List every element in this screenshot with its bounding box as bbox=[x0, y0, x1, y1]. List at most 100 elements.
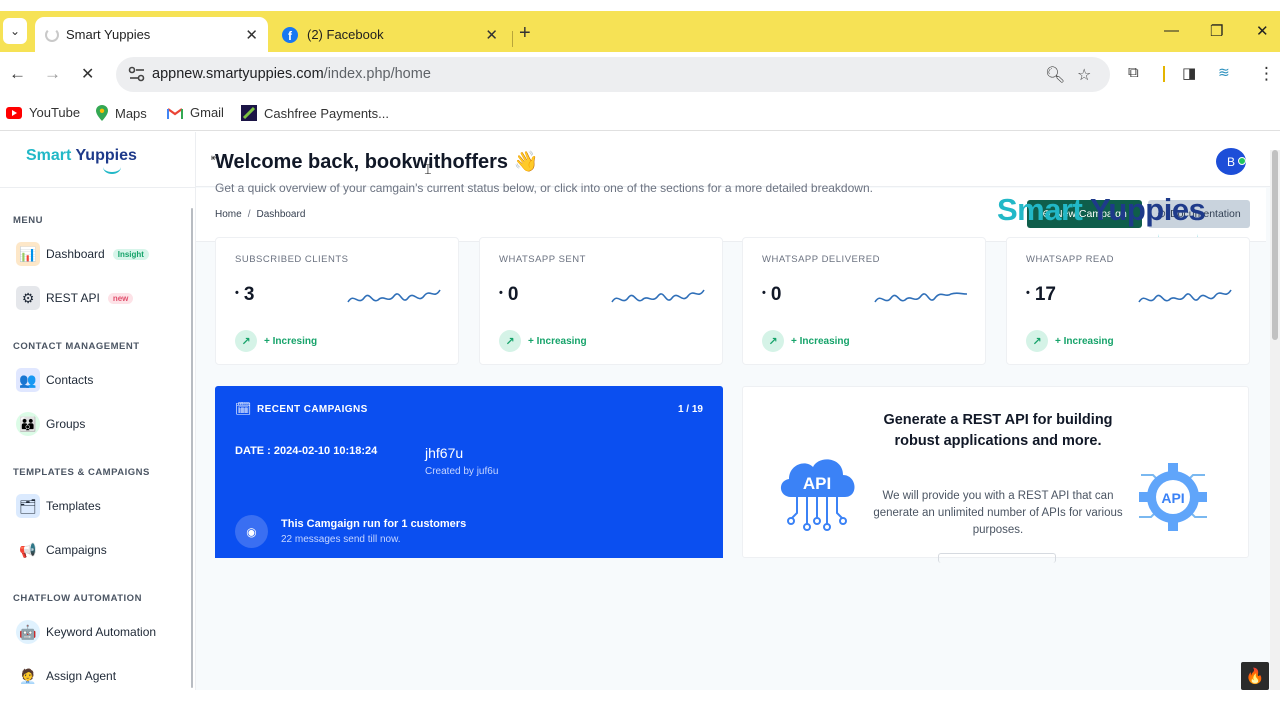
site-settings-icon[interactable] bbox=[128, 66, 146, 82]
trend-label: + Incresing bbox=[264, 335, 318, 347]
profile-icon[interactable]: ≋ bbox=[1218, 64, 1230, 81]
sidebar-item-label: Templates bbox=[46, 499, 101, 513]
sidebar-item-campaigns[interactable]: 📢 Campaigns bbox=[16, 538, 106, 562]
zoom-icon[interactable]: 🔍︎ bbox=[1045, 65, 1065, 85]
sidebar-item-keyword-automation[interactable]: 🤖 Keyword Automation bbox=[16, 620, 156, 644]
url-host: appnew.smartyuppies.com bbox=[152, 66, 324, 82]
new-tab-button[interactable]: + bbox=[519, 22, 531, 45]
bottom-strip bbox=[0, 690, 1280, 720]
welcome-text: Welcome back, bookwithoffers bbox=[215, 151, 509, 173]
forward-icon[interactable]: → bbox=[44, 64, 61, 84]
sidebar-item-templates[interactable]: 🗂 Templates bbox=[16, 494, 101, 518]
api-promo-description: We will provide you with a REST API that… bbox=[873, 490, 1123, 536]
stat-card-subscribed-clients: SUBSCRIBED CLIENTS • 3 ↗ + Incresing bbox=[215, 237, 459, 365]
api-gear-label: API bbox=[1161, 490, 1184, 506]
stat-title: WHATSAPP READ bbox=[1026, 254, 1114, 265]
campaign-created-by: Created by juf6u bbox=[425, 466, 499, 477]
online-status-dot bbox=[1238, 157, 1246, 165]
sidebar-item-dashboard[interactable]: 📊 Dashboard Insight bbox=[16, 242, 149, 266]
recent-campaigns-title: RECENT CAMPAIGNS bbox=[257, 404, 368, 415]
assign-agent-icon: 🧑‍💼 bbox=[19, 667, 37, 684]
api-gear-icon: ⚙ bbox=[16, 286, 40, 310]
restore-icon[interactable]: ❐ bbox=[1210, 22, 1223, 40]
sparkline-chart bbox=[611, 289, 705, 303]
sidebar-item-groups[interactable]: 👪 Groups bbox=[16, 412, 85, 436]
tab-separator bbox=[512, 31, 513, 47]
sidebar-item-assign-agent[interactable]: 🧑‍💼 Assign Agent bbox=[16, 664, 116, 688]
rest-api-promo-card: API Generate a REST API for building rob… bbox=[742, 386, 1249, 563]
sidebar-item-label: Contacts bbox=[46, 373, 94, 387]
stop-loading-icon[interactable]: ✕ bbox=[81, 64, 94, 84]
tab-facebook[interactable]: f (2) Facebook ✕ bbox=[272, 17, 508, 52]
breadcrumb-current: Dashboard bbox=[256, 209, 306, 220]
bookmark-label: Maps bbox=[115, 105, 147, 121]
api-cta-button[interactable] bbox=[938, 553, 1056, 563]
tab-smart-yuppies[interactable]: Smart Yuppies ✕ bbox=[35, 17, 268, 52]
stat-card-whatsapp-sent: WHATSAPP SENT • 0 ↗ + Increasing bbox=[479, 237, 723, 365]
recent-campaigns-pager[interactable]: 1 / 19 bbox=[678, 404, 703, 415]
close-window-icon[interactable]: ✕ bbox=[1256, 22, 1269, 40]
stat-title: SUBSCRIBED CLIENTS bbox=[235, 254, 349, 265]
back-icon[interactable]: ← bbox=[9, 64, 26, 84]
bookmark-gmail[interactable]: Gmail bbox=[167, 105, 224, 120]
bookmark-maps[interactable]: Maps bbox=[96, 105, 147, 121]
text-cursor-icon: 𝙸 bbox=[423, 161, 433, 177]
stat-value: • 3 bbox=[235, 284, 255, 305]
menu-icon[interactable]: ⋮ bbox=[1258, 64, 1275, 84]
stat-trend: ↗ + Increasing bbox=[1026, 330, 1114, 352]
location-pin-icon: ◉ bbox=[235, 515, 268, 548]
sidebar-item-label: Assign Agent bbox=[46, 669, 117, 683]
side-panel-icon[interactable]: ◨ bbox=[1182, 64, 1196, 82]
maps-icon bbox=[96, 105, 108, 121]
sidebar-item-label: Dashboard bbox=[46, 247, 105, 261]
breadcrumb-home[interactable]: Home bbox=[215, 209, 242, 220]
brand-part1: Smart bbox=[26, 147, 72, 164]
scrollbar-thumb[interactable] bbox=[1272, 150, 1278, 340]
section-title-contact-management: CONTACT MANAGEMENT bbox=[13, 341, 140, 352]
stat-value: • 0 bbox=[762, 284, 782, 305]
bookmark-cashfree[interactable]: Cashfree Payments... bbox=[241, 105, 389, 121]
sidebar-item-rest-api[interactable]: ⚙ REST API new bbox=[16, 286, 134, 310]
close-tab-icon[interactable]: ✕ bbox=[245, 26, 258, 44]
stat-number: 0 bbox=[507, 284, 519, 305]
minimize-icon[interactable]: — bbox=[1164, 22, 1179, 39]
sidebar-item-contacts[interactable]: 👥 Contacts bbox=[16, 368, 93, 392]
bookmark-youtube[interactable]: YouTube bbox=[6, 105, 80, 120]
api-gear-illustration: API bbox=[1139, 463, 1207, 531]
gmail-icon bbox=[167, 107, 183, 119]
page-scrollbar[interactable] bbox=[1270, 150, 1280, 690]
stat-trend: ↗ + Increasing bbox=[499, 330, 587, 352]
bookmark-star-icon[interactable]: ☆ bbox=[1077, 65, 1091, 85]
facebook-icon: f bbox=[282, 26, 298, 43]
stat-value: • 17 bbox=[1026, 284, 1056, 305]
stat-title: WHATSAPP SENT bbox=[499, 254, 586, 265]
recent-campaigns-card[interactable]: 🗓︎ RECENT CAMPAIGNS 1 / 19 DATE : 2024-0… bbox=[215, 386, 723, 558]
trending-up-icon: ↗ bbox=[1026, 330, 1048, 352]
api-promo-title: Generate a REST API for building robust … bbox=[883, 412, 1113, 449]
bookmark-label: Cashfree Payments... bbox=[264, 105, 389, 121]
page-title: Welcome back, bookwithoffers 👋 bbox=[215, 149, 539, 174]
campaign-date: DATE : 2024-02-10 10:18:24 bbox=[235, 445, 378, 457]
api-cloud-icon: API bbox=[780, 459, 855, 531]
campaigns-icon: 📢 bbox=[19, 541, 37, 558]
sidebar-item-label: REST API bbox=[46, 291, 100, 305]
templates-icon: 🗂 bbox=[16, 494, 40, 518]
brand-part1: Smart bbox=[997, 192, 1083, 227]
sparkline-chart bbox=[347, 289, 441, 303]
flame-icon[interactable]: 🔥 bbox=[1241, 662, 1269, 690]
bookmarks-bar: YouTube Maps Gmail Cashfree Payments... bbox=[0, 97, 1280, 131]
close-tab-icon[interactable]: ✕ bbox=[485, 26, 498, 44]
sidebar-divider bbox=[0, 187, 196, 188]
stat-title: WHATSAPP DELIVERED bbox=[762, 254, 880, 265]
section-title-chatflow-automation: CHATFLOW AUTOMATION bbox=[13, 593, 142, 604]
stat-card-whatsapp-delivered: WHATSAPP DELIVERED • 0 ↗ + Increasing bbox=[742, 237, 986, 365]
sidebar-scrollbar[interactable] bbox=[191, 208, 193, 688]
extensions-icon[interactable]: ⧉ bbox=[1128, 64, 1139, 81]
trending-up-icon: ↗ bbox=[235, 330, 257, 352]
trending-up-icon: ↗ bbox=[499, 330, 521, 352]
section-title-templates-campaigns: TEMPLATES & CAMPAIGNS bbox=[13, 467, 150, 478]
url-text[interactable]: appnew.smartyuppies.com/index.php/home bbox=[152, 66, 431, 82]
tab-search-button[interactable]: ⌄ bbox=[3, 18, 27, 44]
stat-number: 17 bbox=[1034, 284, 1056, 305]
address-bar[interactable]: appnew.smartyuppies.com/index.php/home 🔍… bbox=[116, 57, 1110, 92]
